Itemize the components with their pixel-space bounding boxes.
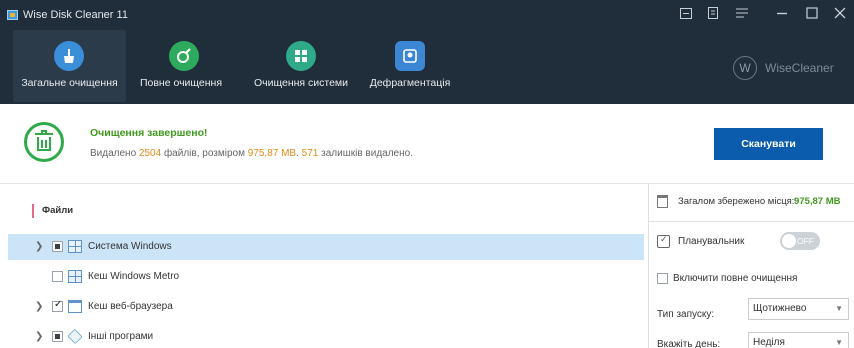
cleaned-size: 975,87 MB: [247, 148, 297, 159]
window-title: Wise Disk Cleaner 11: [23, 9, 128, 21]
launch-type-label: Тип запуску:: [657, 309, 715, 320]
settings-icon[interactable]: [731, 5, 753, 25]
status-prefix: Видалено: [90, 148, 137, 159]
clean-status-panel: Очищення завершено! Видалено 2504 файлів…: [0, 104, 854, 184]
close-icon[interactable]: [829, 5, 851, 25]
windows-grid-icon: [68, 240, 82, 253]
windows-icon: [286, 41, 316, 71]
menu-icon[interactable]: [675, 5, 697, 25]
maximize-icon[interactable]: [801, 5, 823, 25]
tab-label: Очищення системи: [253, 77, 349, 89]
saved-label: Загалом збережено місця:: [678, 196, 795, 207]
expand-arrow-icon[interactable]: ❯: [35, 331, 43, 342]
scheduler-toggle[interactable]: OFF: [780, 232, 820, 250]
tab-defrag[interactable]: Дефрагментація: [365, 30, 455, 102]
status-title: Очищення завершено!: [90, 127, 208, 139]
tab-general-clean[interactable]: Загальне очищення: [13, 30, 126, 102]
title-bar: Wise Disk Cleaner 11: [0, 0, 854, 30]
day-value: Неділя: [753, 337, 785, 348]
broom-icon: [54, 41, 84, 71]
files-section-header: Файли: [32, 204, 73, 218]
tab-label: Дефрагментація: [369, 77, 451, 89]
chevron-down-icon: ▼: [835, 304, 843, 313]
day-select[interactable]: Неділя ▼: [748, 332, 849, 348]
category-checkbox[interactable]: [52, 241, 63, 252]
tab-deep-clean[interactable]: Повне очищення: [131, 30, 231, 102]
files-count: 2504: [138, 148, 162, 159]
scheduler-label: Планувальник: [678, 236, 745, 247]
tab-label: Повне очищення: [139, 77, 223, 89]
files-text: файлів, розміром: [163, 148, 245, 159]
deep-clean-icon: [169, 41, 199, 71]
category-checkbox[interactable]: [52, 299, 63, 312]
package-icon: [67, 328, 83, 345]
expand-arrow-icon[interactable]: ❯: [35, 301, 43, 312]
app-logo-icon: [7, 10, 18, 20]
launch-type-select[interactable]: Щотижнево ▼: [748, 298, 849, 320]
list-item[interactable]: ❯ Кеш веб-браузера: [8, 294, 644, 320]
category-checkbox[interactable]: [52, 271, 63, 282]
category-checkbox[interactable]: [52, 331, 63, 342]
saved-value: 975,87 MB: [794, 196, 841, 207]
brand-name: WiseCleaner: [765, 61, 834, 75]
items-text: залишків видалено.: [321, 148, 413, 159]
options-panel: Загалом збережено місця: 975,87 MB Плану…: [648, 184, 854, 348]
full-clean-label: Включити повне очищення: [673, 273, 798, 284]
feedback-icon[interactable]: [703, 5, 725, 25]
app-header: Wise Disk Cleaner 11 Загальне очищення П…: [0, 0, 854, 104]
scheduler-icon: [657, 234, 670, 248]
status-separator: .: [296, 148, 299, 159]
list-item[interactable]: ❯ Інші програми: [8, 324, 644, 348]
items-count: 571: [301, 148, 319, 159]
minimize-icon[interactable]: [771, 5, 793, 25]
tab-system-clean[interactable]: Очищення системи: [246, 30, 356, 102]
item-label: Кеш Windows Metro: [88, 271, 180, 282]
list-item[interactable]: ❯ Система Windows: [8, 234, 644, 260]
trash-icon: [24, 122, 64, 162]
tab-label: Загальне очищення: [21, 77, 118, 89]
chevron-down-icon: ▼: [835, 338, 843, 347]
metro-grid-icon: [68, 270, 82, 283]
launch-type-value: Щотижнево: [753, 303, 807, 314]
list-item[interactable]: Кеш Windows Metro: [8, 264, 644, 290]
item-label: Інші програми: [88, 331, 154, 342]
scan-button[interactable]: Сканувати: [714, 128, 823, 160]
trash-small-icon: [657, 195, 668, 208]
item-label: Система Windows: [88, 241, 172, 252]
expand-arrow-icon[interactable]: ❯: [35, 241, 43, 252]
item-label: Кеш веб-браузера: [88, 301, 173, 312]
status-detail: Видалено 2504 файлів, розміром 975,87 MB…: [90, 148, 413, 159]
full-clean-checkbox[interactable]: [657, 273, 668, 284]
browser-icon: [68, 300, 82, 313]
wisecleaner-logo-icon: W: [733, 56, 757, 80]
disk-icon: [395, 41, 425, 71]
total-saved-row: Загалом збережено місця: 975,87 MB: [649, 184, 854, 222]
file-categories-panel: Файли ❯ Система Windows Кеш Windows Metr…: [0, 184, 648, 348]
day-label: Вкажіть день:: [657, 339, 721, 348]
